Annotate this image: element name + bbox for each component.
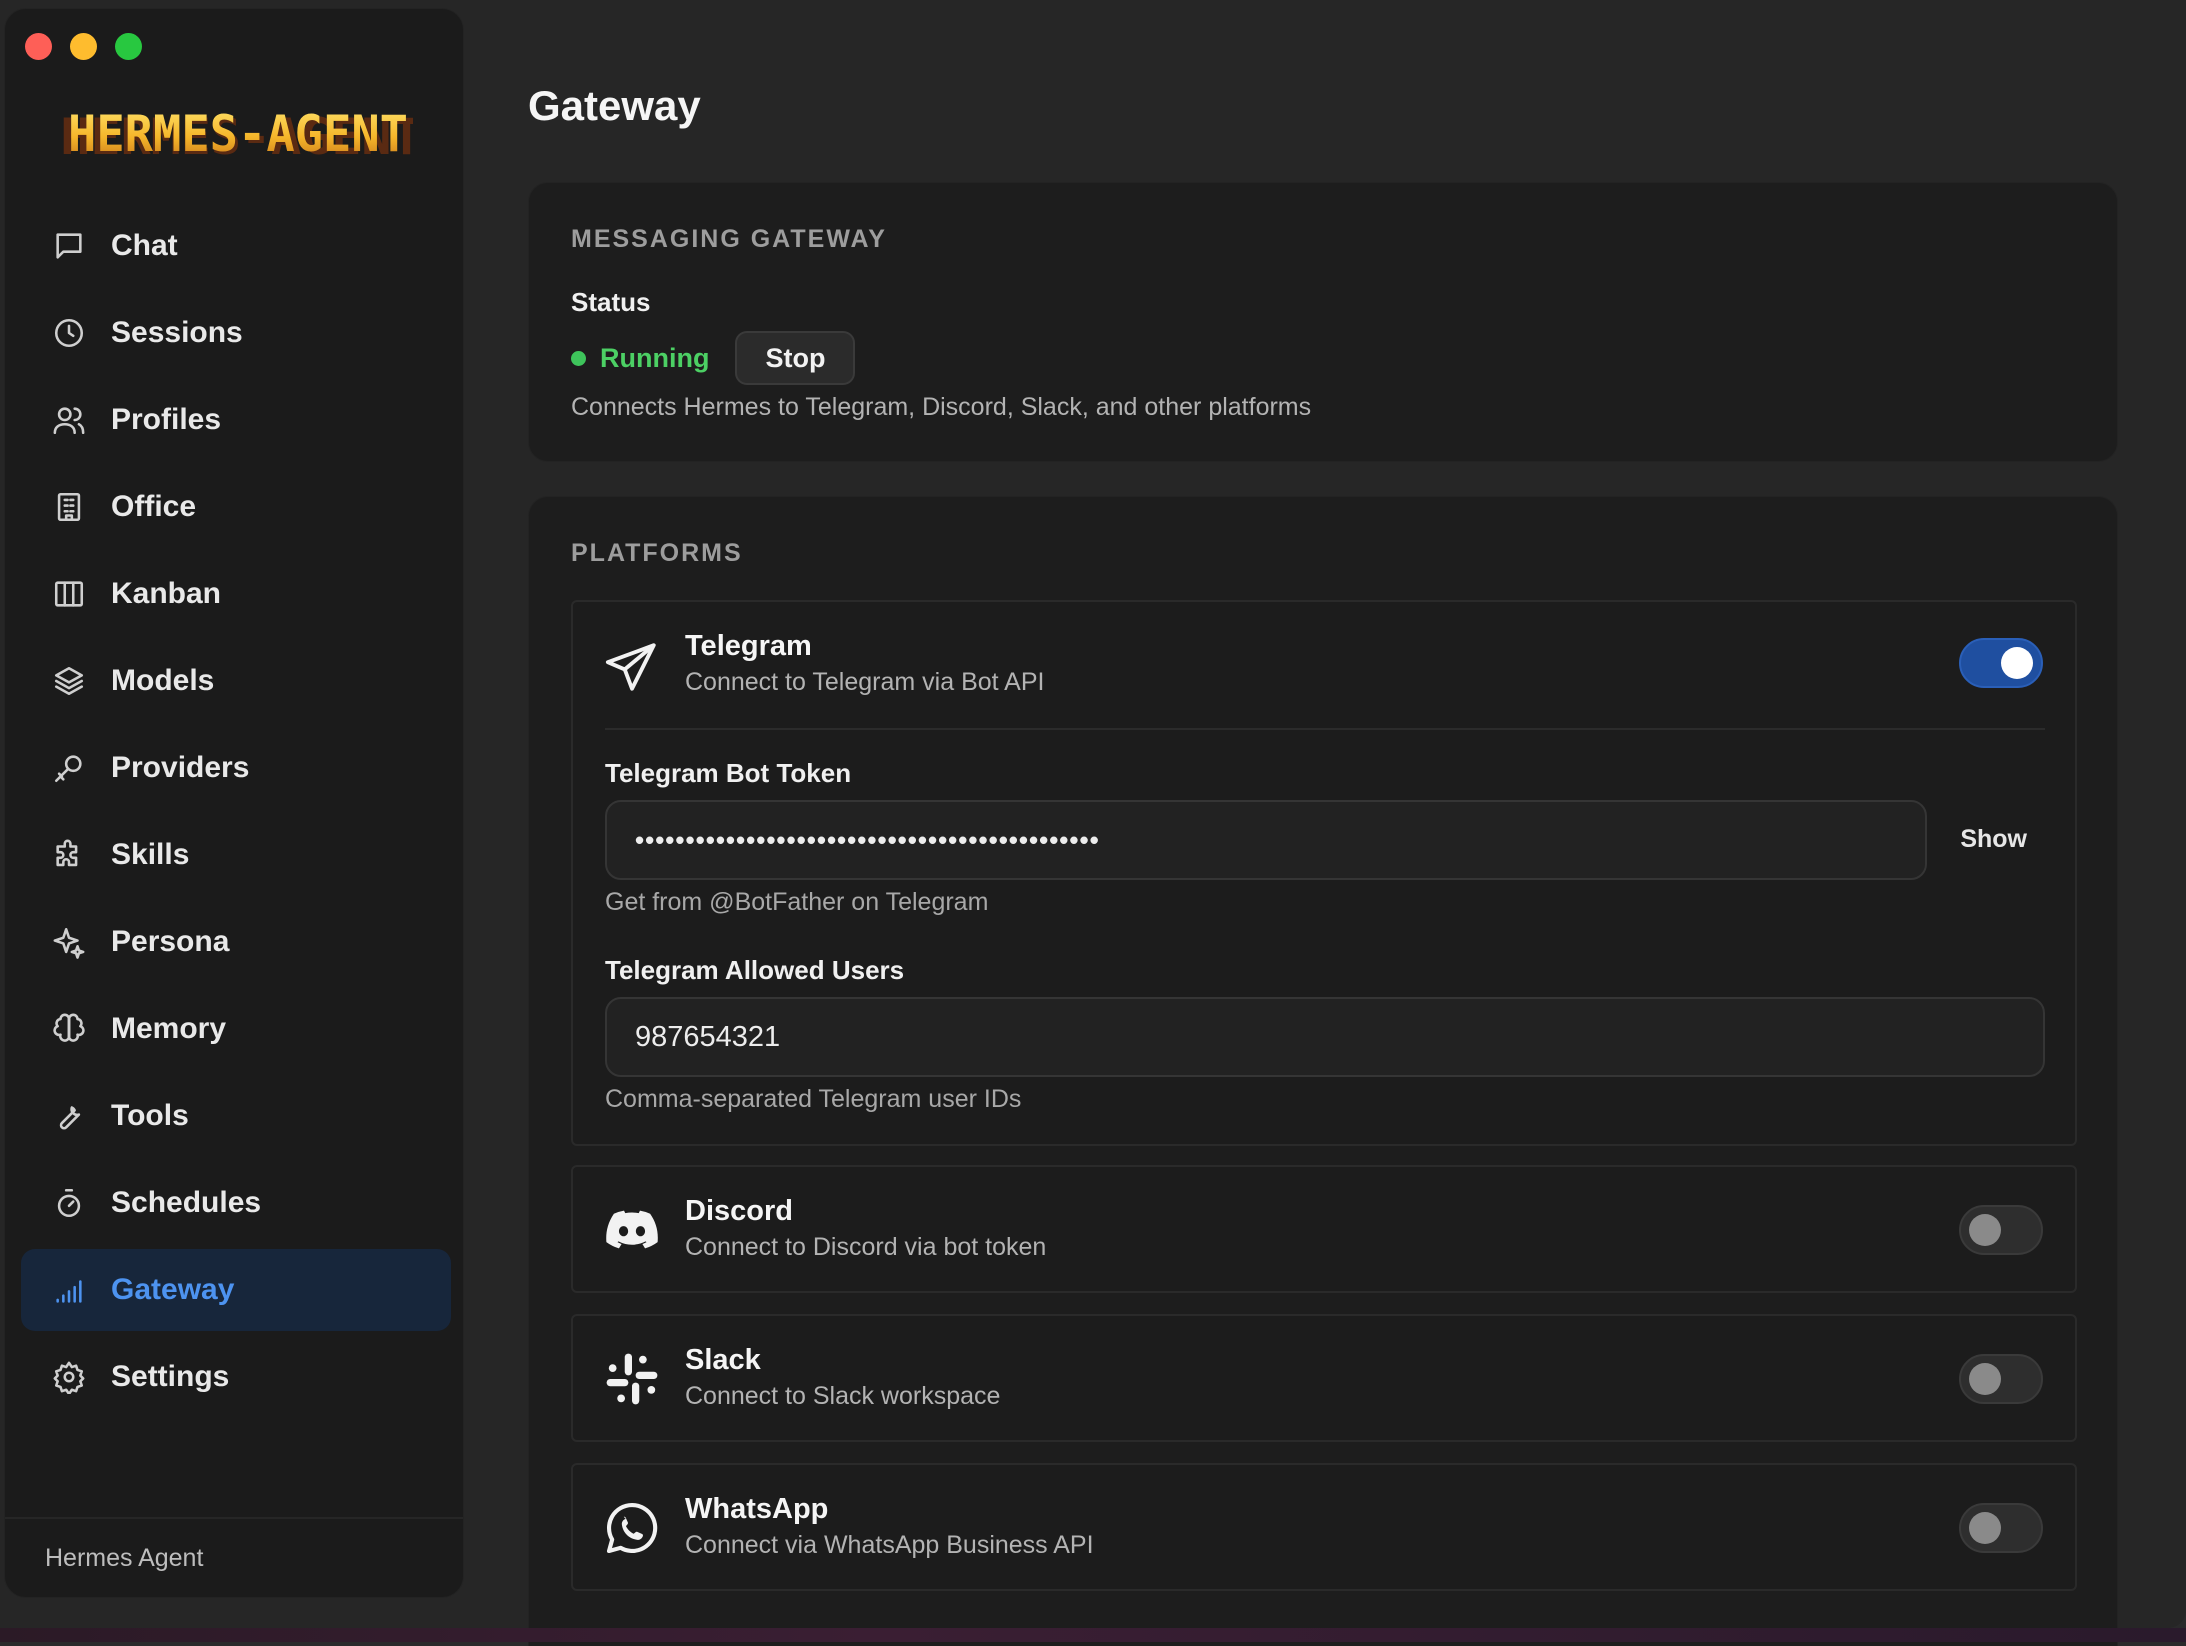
users-icon [51, 402, 87, 438]
sidebar: HERMES-AGENT HERMES-AGENT Chat Sessions [4, 8, 464, 1598]
page-title: Gateway [528, 82, 701, 129]
platforms-card: PLATFORMS Telegram Connect to Telegram v… [528, 496, 2118, 1646]
telegram-bot-token-hint: Get from @BotFather on Telegram [605, 888, 989, 916]
toggle-knob [1969, 1214, 2001, 1246]
telegram-icon [603, 638, 661, 696]
whatsapp-toggle[interactable] [1959, 1503, 2043, 1553]
telegram-allowed-users-field[interactable]: 987654321 [605, 997, 2045, 1077]
telegram-bot-token-label: Telegram Bot Token [605, 758, 852, 788]
puzzle-icon [51, 837, 87, 873]
main-content: Gateway MESSAGING GATEWAY Status Running… [528, 0, 2118, 1646]
platform-discord: Discord Connect to Discord via bot token [571, 1165, 2077, 1293]
sidebar-item-label: Schedules [111, 1186, 262, 1219]
telegram-bot-token-field[interactable]: ••••••••••••••••••••••••••••••••••••••••… [605, 800, 1927, 880]
sidebar-item-persona[interactable]: Persona [21, 901, 451, 983]
window-controls [25, 33, 142, 60]
sidebar-item-tools[interactable]: Tools [21, 1075, 451, 1157]
status-label: Status [571, 287, 651, 317]
close-window-button[interactable] [25, 33, 52, 60]
sidebar-item-gateway[interactable]: Gateway [21, 1249, 451, 1331]
sidebar-item-label: Kanban [111, 577, 222, 610]
status-value: Running [600, 342, 710, 373]
sidebar-item-label: Profiles [111, 403, 222, 436]
minimize-window-button[interactable] [70, 33, 97, 60]
slack-name: Slack [685, 1344, 761, 1376]
hermes-agent-logo: HERMES-AGENT HERMES-AGENT [63, 105, 413, 165]
sidebar-item-kanban[interactable]: Kanban [21, 553, 451, 635]
sidebar-item-office[interactable]: Office [21, 466, 451, 548]
app-window: HERMES-AGENT HERMES-AGENT Chat Sessions [0, 0, 2186, 1646]
sidebar-item-sessions[interactable]: Sessions [21, 292, 451, 374]
stop-button[interactable]: Stop [735, 331, 856, 385]
signal-icon [51, 1272, 87, 1308]
discord-description: Connect to Discord via bot token [685, 1233, 1047, 1261]
platform-whatsapp: WhatsApp Connect via WhatsApp Business A… [571, 1463, 2077, 1591]
sidebar-item-label: Memory [111, 1012, 227, 1045]
sidebar-item-skills[interactable]: Skills [21, 814, 451, 896]
sparkles-icon [51, 924, 87, 960]
toggle-knob [1969, 1363, 2001, 1395]
gear-icon [51, 1359, 87, 1395]
slack-icon [603, 1350, 661, 1408]
sidebar-item-schedules[interactable]: Schedules [21, 1162, 451, 1244]
messaging-gateway-card: MESSAGING GATEWAY Status Running Stop Co… [528, 182, 2118, 462]
sidebar-nav: Chat Sessions Profiles Office Kanban Mod… [21, 205, 451, 1423]
telegram-header: Telegram Connect to Telegram via Bot API [573, 602, 2075, 730]
timer-icon [51, 1185, 87, 1221]
divider [605, 728, 2045, 730]
sidebar-footer: Hermes Agent [5, 1517, 463, 1597]
sidebar-item-chat[interactable]: Chat [21, 205, 451, 287]
key-icon [51, 750, 87, 786]
messaging-gateway-heading: MESSAGING GATEWAY [571, 225, 887, 253]
status-dot-icon [571, 350, 586, 366]
status-row: Running Stop [571, 331, 856, 385]
platform-slack: Slack Connect to Slack workspace [571, 1314, 2077, 1442]
sidebar-item-label: Settings [111, 1360, 230, 1393]
discord-toggle[interactable] [1959, 1205, 2043, 1255]
sidebar-item-label: Models [111, 664, 215, 697]
clock-icon [51, 315, 87, 351]
sidebar-item-label: Providers [111, 751, 250, 784]
gateway-description: Connects Hermes to Telegram, Discord, Sl… [571, 393, 1312, 421]
footer-app-name: Hermes Agent [45, 1543, 204, 1572]
whatsapp-icon [603, 1499, 661, 1557]
building-icon [51, 489, 87, 525]
brain-icon [51, 1011, 87, 1047]
layers-icon [51, 663, 87, 699]
discord-icon [603, 1201, 661, 1259]
wrench-icon [51, 1098, 87, 1134]
platforms-heading: PLATFORMS [571, 539, 743, 567]
telegram-toggle[interactable] [1959, 638, 2043, 688]
slack-description: Connect to Slack workspace [685, 1382, 1001, 1410]
sidebar-item-label: Tools [111, 1099, 189, 1132]
discord-name: Discord [685, 1195, 793, 1227]
logo-text: HERMES-AGENT [68, 105, 408, 163]
sidebar-item-providers[interactable]: Providers [21, 727, 451, 809]
sidebar-item-label: Gateway [111, 1273, 235, 1306]
sidebar-item-models[interactable]: Models [21, 640, 451, 722]
desktop-background [0, 1628, 2186, 1642]
telegram-name: Telegram [685, 630, 812, 662]
sidebar-item-label: Persona [111, 925, 230, 958]
sidebar-item-label: Chat [111, 229, 178, 262]
kanban-icon [51, 576, 87, 612]
telegram-description: Connect to Telegram via Bot API [685, 668, 1045, 696]
zoom-window-button[interactable] [115, 33, 142, 60]
sidebar-item-label: Sessions [111, 316, 243, 349]
telegram-allowed-users-hint: Comma-separated Telegram user IDs [605, 1085, 1022, 1113]
whatsapp-description: Connect via WhatsApp Business API [685, 1531, 1094, 1559]
toggle-knob [1969, 1512, 2001, 1544]
sidebar-item-settings[interactable]: Settings [21, 1336, 451, 1418]
slack-toggle[interactable] [1959, 1354, 2043, 1404]
sidebar-item-label: Skills [111, 838, 190, 871]
whatsapp-name: WhatsApp [685, 1493, 829, 1525]
chat-icon [51, 228, 87, 264]
telegram-allowed-users-label: Telegram Allowed Users [605, 955, 905, 985]
sidebar-item-label: Office [111, 490, 197, 523]
sidebar-item-memory[interactable]: Memory [21, 988, 451, 1070]
sidebar-item-profiles[interactable]: Profiles [21, 379, 451, 461]
toggle-knob [2001, 647, 2033, 679]
platform-telegram: Telegram Connect to Telegram via Bot API… [571, 600, 2077, 1146]
show-token-button[interactable]: Show [1960, 825, 2027, 854]
